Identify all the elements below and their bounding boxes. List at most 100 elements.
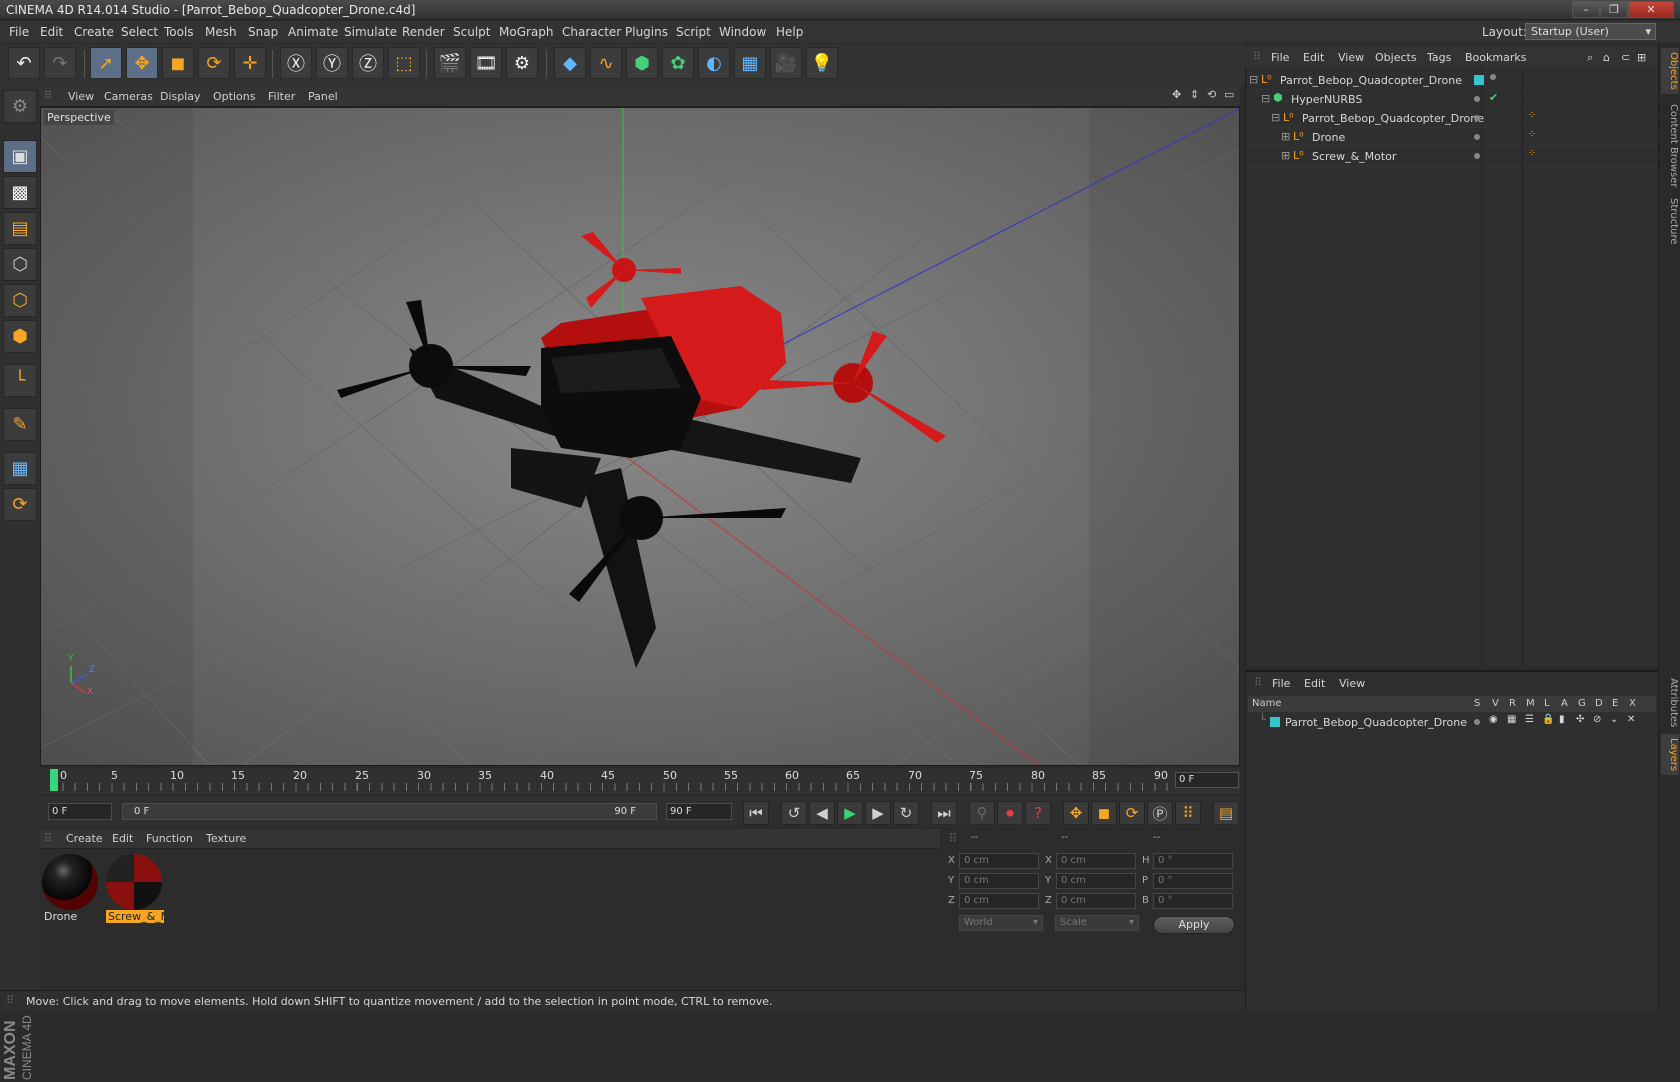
workplane-lock-icon[interactable]: ⟳ [3,488,37,521]
texture-tag-icon[interactable]: ⁘ [1528,148,1536,159]
manager-toggle-icon[interactable]: ☰ [1525,714,1534,725]
menu-sculpt[interactable]: Sculpt [453,25,490,39]
viewport-menu-options[interactable]: Options [213,90,255,103]
key-scale-icon[interactable]: ◼ [1091,801,1117,825]
generator-toggle-icon[interactable]: ✣ [1576,714,1584,725]
material-menu-create[interactable]: Create [66,832,103,845]
keyframe-selection-icon[interactable]: ? [1025,801,1051,825]
menu-select[interactable]: Select [121,25,158,39]
search-icon[interactable]: ⌕ [1587,51,1593,65]
previous-frame-icon[interactable]: ◀ [809,801,835,825]
coordinate-system-icon[interactable]: ⬚ [388,47,420,79]
column-render[interactable]: R [1509,698,1516,709]
size-mode-select[interactable]: Scale ▾ [1055,915,1139,931]
key-rotation-icon[interactable]: ⟳ [1119,801,1145,825]
light-icon[interactable]: 💡 [806,47,838,79]
rotate-icon[interactable]: ⟳ [198,47,230,79]
layer-row[interactable]: └ Parrot_Bebop_Quadcopter_Drone ◉ ▦ ☰ 🔒 … [1245,713,1658,732]
tab-structure[interactable]: Structure [1661,194,1679,249]
collapse-icon[interactable]: ⊟ [1261,92,1270,105]
record-keys-icon[interactable]: ⚲ [969,801,995,825]
viewport-menu-filter[interactable]: Filter [268,90,295,103]
end-frame-field[interactable]: 90 F [666,803,732,820]
deformer-icon[interactable]: ◐ [698,47,730,79]
lock-icon[interactable]: 🔒 [1542,714,1554,725]
undo-icon[interactable]: ↶ [8,47,40,79]
xref-toggle-icon[interactable]: ✕ [1627,714,1635,725]
edges-mode-icon[interactable]: ⬡ [3,284,37,317]
expand-icon[interactable]: ⊞ [1281,130,1290,143]
viewport-menu-panel[interactable]: Panel [308,90,338,103]
texture-tag-icon[interactable]: ⁘ [1528,110,1536,121]
scale-icon[interactable]: ◼ [162,47,194,79]
move-icon[interactable]: ✥ [126,47,158,79]
viewport-rotate-icon[interactable]: ⟲ [1207,88,1216,101]
object-row-screw-motor[interactable]: ⊞ L⁰ Screw_&_Motor ⁘ [1245,147,1658,166]
array-icon[interactable]: ✿ [662,47,694,79]
tweak-mode-icon[interactable]: ✎ [3,408,37,441]
z-axis-lock-icon[interactable]: Ⓩ [352,47,384,79]
column-name[interactable]: Name [1252,698,1282,709]
previous-keyframe-icon[interactable]: ↺ [781,801,807,825]
collapse-icon[interactable]: ⊟ [1249,73,1258,86]
transform-icon[interactable]: ✛ [234,47,266,79]
redo-icon[interactable]: ↷ [44,47,76,79]
om-menu-file[interactable]: File [1271,51,1289,64]
new-view-icon[interactable]: ⊞ [1637,51,1646,64]
menu-create[interactable]: Create [74,25,114,39]
menu-character[interactable]: Character [562,25,621,39]
home-icon[interactable]: ⌂ [1603,51,1610,64]
pos-y-field[interactable]: 0 cm [959,873,1039,889]
viewport-maximize-icon[interactable]: ▭ [1224,88,1234,101]
render-toggle-icon[interactable]: ▦ [1507,714,1516,725]
camera-icon[interactable]: 🎥 [770,47,802,79]
menu-mesh[interactable]: Mesh [205,25,237,39]
tab-objects[interactable]: Objects [1661,48,1679,94]
menu-render[interactable]: Render [402,25,445,39]
viewport-move-icon[interactable]: ✥ [1172,88,1181,101]
material-menu-edit[interactable]: Edit [112,832,133,845]
menu-snap[interactable]: Snap [248,25,278,39]
menu-simulate[interactable]: Simulate [344,25,397,39]
tab-content-browser[interactable]: Content Browser [1661,100,1679,191]
animation-toggle-icon[interactable]: ▮ [1559,714,1565,725]
layout-select[interactable]: Startup (User) ▾ [1525,23,1656,40]
column-solo[interactable]: S [1474,698,1480,709]
menu-file[interactable]: File [9,25,29,39]
column-animation[interactable]: A [1561,698,1568,709]
layer-color-swatch[interactable] [1270,717,1280,727]
apply-button[interactable]: Apply [1153,916,1235,934]
deformer-toggle-icon[interactable]: ⊘ [1593,714,1601,725]
3d-viewport[interactable]: Perspective Y Z X [40,107,1240,766]
om-menu-edit[interactable]: Edit [1303,51,1324,64]
rot-h-field[interactable]: 0 ° [1153,853,1233,869]
current-frame-field[interactable]: 0 F [1175,772,1239,788]
y-axis-lock-icon[interactable]: Ⓨ [316,47,348,79]
workplane-mode-icon[interactable]: ▤ [3,212,37,245]
x-axis-lock-icon[interactable]: Ⓧ [280,47,312,79]
column-view[interactable]: V [1492,698,1499,709]
playhead[interactable] [50,769,58,791]
menu-animate[interactable]: Animate [288,25,338,39]
tab-layers[interactable]: Layers [1661,734,1679,776]
object-row-root[interactable]: ⊟ L⁰ Parrot_Bebop_Quadcopter_Drone [1245,71,1658,90]
layer-menu-edit[interactable]: Edit [1304,677,1325,690]
om-menu-view[interactable]: View [1338,51,1364,64]
viewport-menu-display[interactable]: Display [160,90,201,103]
cube-primitive-icon[interactable]: ◆ [554,47,586,79]
spline-icon[interactable]: ∿ [590,47,622,79]
start-frame-field[interactable]: 0 F [48,803,112,820]
column-expressions[interactable]: E [1612,698,1618,709]
object-row-drone-group[interactable]: ⊟ L⁰ Parrot_Bebop_Quadcopter_Drone ⁘ [1245,109,1658,128]
column-xref[interactable]: X [1629,698,1636,709]
timeline-window-icon[interactable]: ▤ [1213,801,1239,825]
polygons-mode-icon[interactable]: ⬢ [3,320,37,353]
make-editable-icon[interactable]: ⚙ [3,90,37,123]
live-select-icon[interactable]: ➚ [90,47,122,79]
key-position-icon[interactable]: ✥ [1063,801,1089,825]
render-view-icon[interactable]: 🎬 [434,47,466,79]
om-menu-tags[interactable]: Tags [1427,51,1451,64]
visibility-dot[interactable] [1474,134,1480,140]
pos-x-field[interactable]: 0 cm [959,853,1039,869]
floor-icon[interactable]: ▦ [734,47,766,79]
